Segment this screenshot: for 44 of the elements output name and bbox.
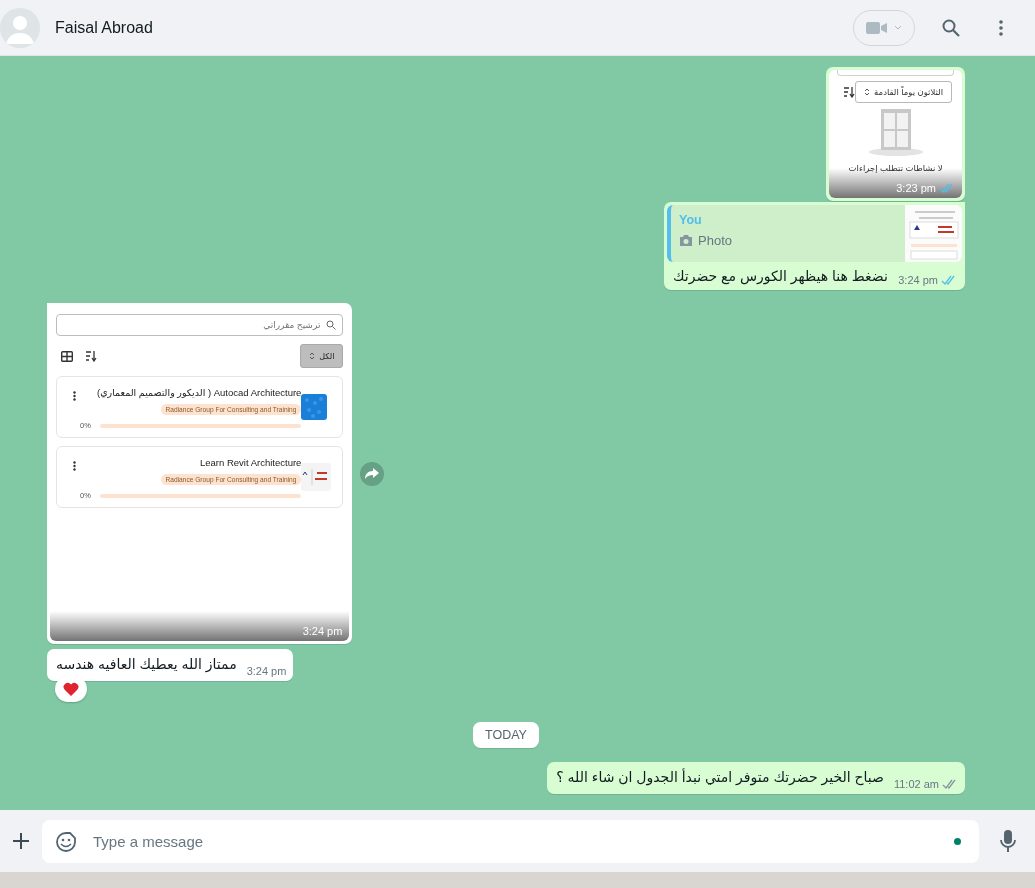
forward-arrow-icon	[365, 468, 380, 479]
filter-dropdown: الثلاثون يوماً القادمة	[855, 80, 952, 103]
forward-button[interactable]	[360, 461, 385, 486]
message-time: 3:24 pm	[898, 274, 938, 286]
sort-icon	[85, 350, 97, 362]
search-icon	[326, 320, 337, 330]
quote-author: You	[679, 213, 703, 227]
reaction-badge[interactable]	[55, 676, 87, 702]
message-time: 11:02 am	[893, 778, 939, 790]
video-camera-icon	[866, 20, 888, 35]
kebab-menu-icon	[73, 391, 76, 401]
course-title: Autocad Architecture ( الديكور والتصميم المعماري)	[96, 386, 302, 399]
quote-label: Photo	[679, 233, 897, 248]
empty-state-text: لا نشاطات تتطلب إجراءات	[848, 162, 943, 173]
quoted-message[interactable]: You Photo	[667, 205, 962, 262]
sort-icon	[843, 85, 856, 98]
heart-icon	[63, 682, 79, 696]
camera-icon	[679, 235, 693, 246]
photo-thumbnail	[905, 205, 962, 262]
course-thumbnail	[301, 463, 332, 491]
grid-view-icon	[61, 350, 73, 362]
kebab-menu-icon	[73, 461, 76, 471]
microphone-icon	[1000, 830, 1016, 852]
message-input-field[interactable]: Type a message	[42, 819, 979, 863]
message-text: صباح الخير حضرتك متوفر امتي نبدأ الجدول ان شاء الله ؟	[556, 768, 884, 787]
message-text: ممتاز الله يعطيك العافيه هندسه	[56, 655, 237, 674]
search-icon	[942, 18, 960, 37]
course-thumbnail	[301, 394, 328, 420]
date-divider: TODAY	[473, 722, 539, 748]
chevron-down-icon	[894, 25, 902, 30]
message-time: 3:24 pm	[302, 625, 343, 637]
menu-icon	[999, 19, 1003, 36]
sticker-icon	[55, 830, 77, 853]
message-time: 3:23 pm	[896, 181, 936, 194]
message-text: نضغط هنا هيظهر الكورس مع حضرتك	[673, 268, 889, 284]
course-title: Learn Revit Architecture	[199, 456, 302, 469]
message-time: 3:24 pm	[246, 665, 287, 677]
plus-icon	[12, 832, 30, 850]
status-dot-icon	[954, 837, 961, 845]
empty-state-drawing	[867, 108, 924, 157]
up-down-chevron-icon	[309, 352, 316, 360]
up-down-chevron-icon	[864, 87, 871, 96]
search-field[interactable]: ترشيح مقرراتي	[56, 314, 344, 336]
filter-button: الكل	[300, 344, 344, 368]
